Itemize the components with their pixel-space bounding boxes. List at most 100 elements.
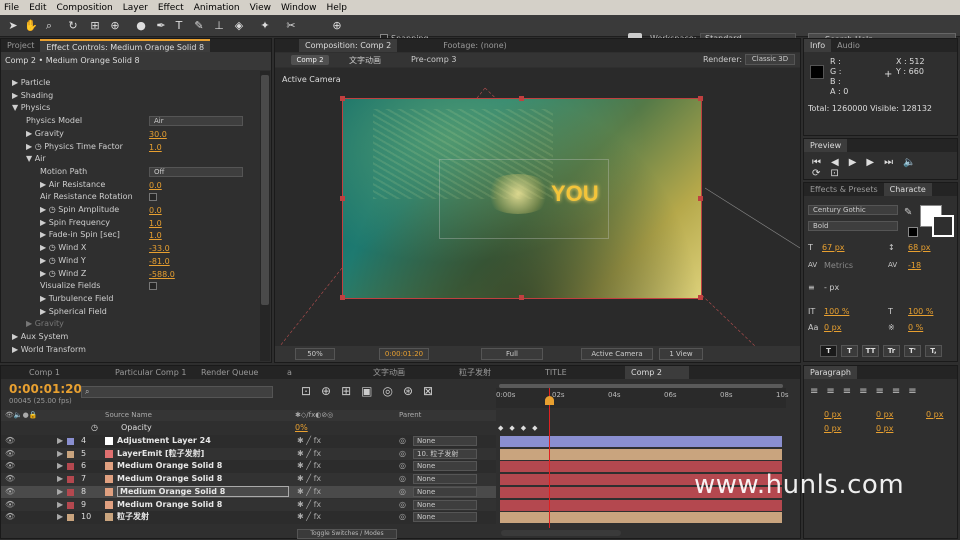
visibility-eye-icon[interactable]: 👁 xyxy=(5,499,15,512)
tab-character[interactable]: Characte xyxy=(883,183,932,196)
visibility-eye-icon[interactable]: 👁 xyxy=(5,435,15,448)
tsume-value[interactable]: 0 % xyxy=(908,323,923,332)
menu-animation[interactable]: Animation xyxy=(194,3,240,13)
parent-select[interactable]: None xyxy=(413,499,477,510)
comp-viewer[interactable]: Active Camera YOU xyxy=(275,68,800,346)
eyedropper-icon[interactable]: ✎ xyxy=(904,207,912,218)
timeline-tab[interactable]: Comp 2 xyxy=(625,366,689,379)
pan-behind-tool-icon[interactable]: ⊕ xyxy=(108,19,122,33)
text-style-button[interactable]: TT xyxy=(862,345,879,357)
layer-duration-bar[interactable] xyxy=(500,448,782,460)
effect-prop-row[interactable]: ▶ ◷ Wind Z xyxy=(40,268,86,281)
font-size-value[interactable]: 67 px xyxy=(822,243,845,252)
pickwhip-icon[interactable]: ◎ xyxy=(399,448,406,461)
clone-tool-icon[interactable]: ⊥ xyxy=(212,19,226,33)
layer-name[interactable]: Medium Orange Solid 8 xyxy=(117,460,222,473)
layer-switches[interactable]: ✱ ╱ fx xyxy=(297,448,321,461)
pickwhip-icon[interactable]: ◎ xyxy=(399,460,406,473)
stroke-width-value[interactable]: - px xyxy=(824,283,839,292)
paragraph-align-buttons[interactable]: ≡≡≡≡≡≡≡ xyxy=(810,386,925,397)
effect-prop-value[interactable]: 30.0 xyxy=(149,130,167,139)
layer-row[interactable]: 👁 ▶ 4 Adjustment Layer 24 ✱ ╱ fx ◎ None xyxy=(1,435,496,448)
timeline-tab[interactable]: Render Queue xyxy=(195,366,259,379)
layer-duration-bar[interactable] xyxy=(500,512,782,524)
effect-prop-value[interactable]: -81.0 xyxy=(149,257,170,266)
view-select[interactable]: Active Camera xyxy=(581,348,653,360)
menu-file[interactable]: File xyxy=(4,3,19,13)
indent-first-value[interactable]: 0 px xyxy=(926,410,943,419)
leading-value[interactable]: 68 px xyxy=(908,243,931,252)
preview-controls[interactable]: ⏮◀▶▶⏭🔈⟳⊡ xyxy=(812,157,957,179)
parent-select[interactable]: None xyxy=(413,436,477,446)
tab-footage[interactable]: Footage: (none) xyxy=(437,39,513,52)
work-area-bar[interactable] xyxy=(499,384,783,388)
space-before-value[interactable]: 0 px xyxy=(824,424,841,433)
timeline-tab[interactable]: Particular Comp 1 xyxy=(109,366,186,379)
parent-header[interactable]: Parent xyxy=(399,411,421,419)
label-color-chip[interactable] xyxy=(67,476,74,484)
menu-effect[interactable]: Effect xyxy=(158,3,184,13)
text-style-button[interactable]: T, xyxy=(925,345,942,357)
pickwhip-icon[interactable]: ◎ xyxy=(399,473,406,486)
timeline-tab[interactable]: 文字动画 xyxy=(367,366,431,379)
zoom-select[interactable]: 50% xyxy=(295,348,335,360)
effect-prop-row[interactable]: ▶ Shading xyxy=(12,90,53,103)
timeline-tab[interactable]: 粒子发射 xyxy=(453,366,517,379)
layer-name[interactable]: Medium Orange Solid 8 xyxy=(117,485,289,497)
opacity-keyframes[interactable]: ◆◆◆◆ xyxy=(498,424,544,432)
effect-prop-row[interactable]: ▶ ◷ Wind X xyxy=(40,242,86,255)
layer-switches[interactable]: ✱ ╱ fx xyxy=(297,511,321,524)
axis-mode-icon[interactable]: ⊕ xyxy=(330,19,344,33)
menu-window[interactable]: Window xyxy=(281,3,317,13)
font-style-select[interactable]: Bold xyxy=(808,221,898,231)
effect-prop-row[interactable]: Visualize Fields xyxy=(40,280,100,293)
pen-tool-icon[interactable]: ✒ xyxy=(154,19,168,33)
effect-prop-row[interactable]: ▶ Particle xyxy=(12,77,50,90)
pickwhip-icon[interactable]: ◎ xyxy=(399,499,406,512)
layer-name[interactable]: Medium Orange Solid 8 xyxy=(117,473,222,486)
layer-switches[interactable]: ✱ ╱ fx xyxy=(297,460,321,473)
label-color-chip[interactable] xyxy=(67,501,74,509)
tab-audio[interactable]: Audio xyxy=(831,39,866,52)
label-color-chip[interactable] xyxy=(67,488,74,496)
puppet-tool-icon[interactable]: ✦ xyxy=(258,19,272,33)
effect-prop-row[interactable]: ▶ Gravity xyxy=(26,318,64,331)
effect-prop-value[interactable]: 1.0 xyxy=(149,143,162,152)
zoom-tool-icon[interactable]: ⌕ xyxy=(42,19,56,33)
effect-prop-dropdown[interactable]: Air xyxy=(149,116,243,127)
hand-tool-icon[interactable]: ✋ xyxy=(24,19,38,33)
expand-arrow-icon[interactable]: ▶ xyxy=(57,435,63,448)
rotate-tool-icon[interactable]: ↻ xyxy=(66,19,80,33)
kerning-value[interactable]: Metrics xyxy=(824,261,853,270)
timeline-tab[interactable]: a xyxy=(281,366,345,379)
timeline-search-field[interactable] xyxy=(81,386,273,398)
pickwhip-icon[interactable]: ◎ xyxy=(399,435,406,448)
layer-switches[interactable]: ✱ ╱ fx xyxy=(297,435,321,448)
effect-controls-scrollbar[interactable] xyxy=(260,71,270,361)
layer-name[interactable]: LayerEmit [粒子发射] xyxy=(117,448,204,461)
layer-name[interactable]: Adjustment Layer 24 xyxy=(117,435,211,448)
stopwatch-icon[interactable]: ◷ xyxy=(91,423,98,432)
text-style-button[interactable]: Tr xyxy=(883,345,900,357)
menu-layer[interactable]: Layer xyxy=(123,3,148,13)
effect-prop-row[interactable]: Physics Model xyxy=(26,115,82,128)
effect-prop-value[interactable]: 1.0 xyxy=(149,231,162,240)
label-color-chip[interactable] xyxy=(67,514,74,522)
space-after-value[interactable]: 0 px xyxy=(876,424,893,433)
effect-prop-row[interactable]: ▶ ◷ Wind Y xyxy=(40,255,86,268)
effect-prop-row[interactable]: ▶ ◷ Physics Time Factor xyxy=(26,141,123,154)
visibility-eye-icon[interactable]: 👁 xyxy=(5,448,15,461)
tab-project[interactable]: Project xyxy=(1,39,40,52)
menu-help[interactable]: Help xyxy=(326,3,347,13)
expand-arrow-icon[interactable]: ▶ xyxy=(57,486,63,499)
view-layout-select[interactable]: 1 View xyxy=(659,348,703,360)
tab-effects-presets[interactable]: Effects & Presets xyxy=(804,183,884,196)
label-color-chip[interactable] xyxy=(67,450,74,458)
visibility-eye-icon[interactable]: 👁 xyxy=(5,473,15,486)
effect-prop-value[interactable]: 1.0 xyxy=(149,219,162,228)
text-style-button[interactable]: T xyxy=(841,345,858,357)
expand-arrow-icon[interactable]: ▶ xyxy=(57,473,63,486)
layer-row[interactable]: 👁 ▶ 8 Medium Orange Solid 8 ✱ ╱ fx ◎ None xyxy=(1,485,496,499)
effect-prop-dropdown[interactable]: Off xyxy=(149,166,243,177)
layer-duration-bar[interactable] xyxy=(500,499,782,511)
